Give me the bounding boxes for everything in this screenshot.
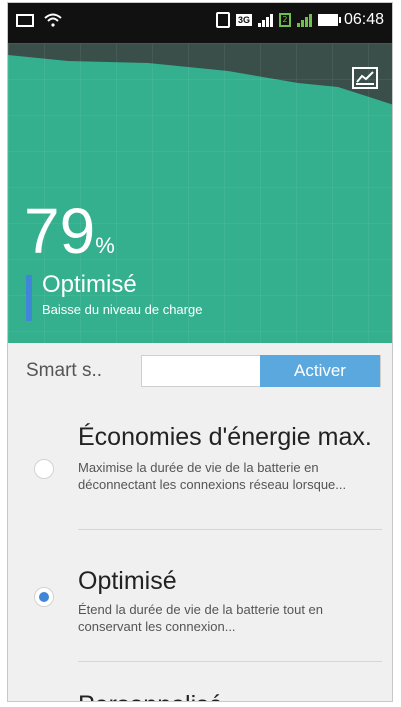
battery-header: 79% Optimisé Baisse du niveau de charge [8, 43, 392, 343]
divider [78, 661, 382, 662]
battery-icon [317, 14, 341, 26]
radio-optimized[interactable] [34, 587, 54, 607]
signal-green-icon [296, 13, 312, 27]
divider [78, 529, 382, 530]
status-right: 3G 2 06:48 [215, 11, 384, 29]
option-custom[interactable]: Personnalisé [8, 663, 392, 701]
activate-button[interactable]: Activer [260, 355, 380, 387]
percent-sign: % [95, 233, 115, 258]
signal-icon [257, 13, 273, 27]
sim-icon: 3G [235, 14, 252, 26]
option-description: Maximise la durée de vie de la batterie … [78, 460, 347, 492]
smart-switch-row: Smart s.. Activer [8, 343, 392, 401]
mode-indicator-bar [26, 275, 32, 321]
radio-max-saving[interactable] [34, 459, 54, 479]
option-description: Étend la durée de vie de la batterie tou… [78, 602, 324, 634]
phone-screen: 3G 2 06:48 79% Optimisé Baisse du niveau… [7, 2, 393, 702]
battery-percent-value: 79 [24, 195, 96, 267]
option-optimized[interactable]: Optimisé Étend la durée de vie de la bat… [8, 531, 392, 663]
vibrate-icon [215, 12, 230, 28]
status-left [16, 13, 62, 27]
image-icon [16, 13, 34, 27]
battery-percent: 79% [24, 199, 115, 278]
option-title: Personnalisé [78, 691, 223, 701]
smart-switch-field[interactable]: Activer [141, 355, 381, 387]
wifi-icon [44, 13, 62, 27]
option-max-saving[interactable]: Économies d'énergie max. Maximise la dur… [8, 401, 392, 531]
smart-switch-label: Smart s.. [26, 360, 103, 381]
clock: 06:48 [343, 11, 384, 28]
mode-title: Optimisé [42, 271, 137, 298]
mode-subtitle: Baisse du niveau de charge [42, 302, 203, 317]
option-title: Économies d'énergie max. [78, 423, 372, 451]
chart-icon[interactable] [352, 67, 378, 89]
status-bar: 3G 2 06:48 [8, 3, 392, 43]
sim2-icon: 2 [278, 13, 291, 27]
option-title: Optimisé [78, 567, 177, 595]
